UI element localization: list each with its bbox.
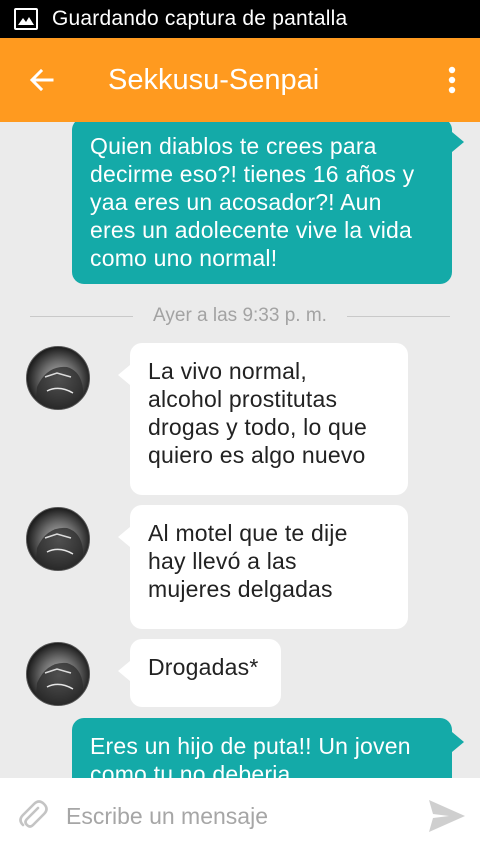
image-icon <box>14 8 38 30</box>
avatar-image <box>27 347 89 409</box>
date-separator-text: Ayer a las 9:33 p. m. <box>153 305 327 326</box>
message-composer <box>0 778 480 854</box>
divider <box>346 315 450 317</box>
more-options-button[interactable] <box>424 38 480 122</box>
avatar[interactable] <box>26 507 90 571</box>
message-line: La vivo normal, <box>148 358 307 384</box>
message-line: alcohol prostitutas <box>148 386 338 412</box>
divider <box>30 315 134 317</box>
message-line: eres un adolecente vive la vida <box>90 217 413 243</box>
message-incoming[interactable]: Al motel que te dije hay llevó a las muj… <box>118 505 408 629</box>
attach-button[interactable] <box>0 778 66 854</box>
message-line: Drogadas* <box>148 654 259 680</box>
back-button[interactable] <box>0 38 84 122</box>
message-line: mujeres delgadas <box>148 576 333 602</box>
app-bar: Sekkusu-Senpai <box>0 38 480 122</box>
arrow-back-icon <box>29 68 54 92</box>
status-text: Guardando captura de pantalla <box>52 7 348 30</box>
message-incoming[interactable]: Drogadas* <box>118 639 281 707</box>
message-line: como uno normal! <box>90 245 278 271</box>
message-incoming[interactable]: La vivo normal, alcohol prostitutas drog… <box>118 343 408 495</box>
avatar-image <box>27 508 89 570</box>
chat-title: Sekkusu-Senpai <box>108 63 320 96</box>
message-outgoing[interactable]: Eres un hijo de puta!! Un joven como tu … <box>72 718 464 778</box>
message-line: drogas y todo, lo que <box>148 414 368 440</box>
message-input[interactable] <box>66 778 414 854</box>
send-icon <box>429 800 465 832</box>
message-line: Al motel que te dije <box>148 520 348 546</box>
message-outgoing[interactable]: Quien diablos te crees para decirme eso?… <box>72 122 464 284</box>
more-vert-icon <box>448 66 456 94</box>
avatar[interactable] <box>26 642 90 706</box>
status-bar: Guardando captura de pantalla <box>0 0 480 38</box>
message-line: Quien diablos te crees para <box>90 133 377 159</box>
avatar-image <box>27 643 89 705</box>
message-line: quiero es algo nuevo <box>148 442 366 468</box>
paperclip-icon <box>19 800 48 828</box>
message-line: decirme eso?! tienes 16 años y <box>90 161 415 187</box>
message-line: hay llevó a las <box>148 548 297 574</box>
message-list[interactable]: Quien diablos te crees para decirme eso?… <box>0 122 480 778</box>
message-line: como tu no deberia <box>90 761 291 778</box>
message-line: yaa eres un acosador?! Aun <box>90 189 382 215</box>
date-separator: Ayer a las 9:33 p. m. <box>30 303 450 329</box>
send-button[interactable] <box>414 778 480 854</box>
message-line: Eres un hijo de puta!! Un joven <box>90 733 411 759</box>
avatar[interactable] <box>26 346 90 410</box>
